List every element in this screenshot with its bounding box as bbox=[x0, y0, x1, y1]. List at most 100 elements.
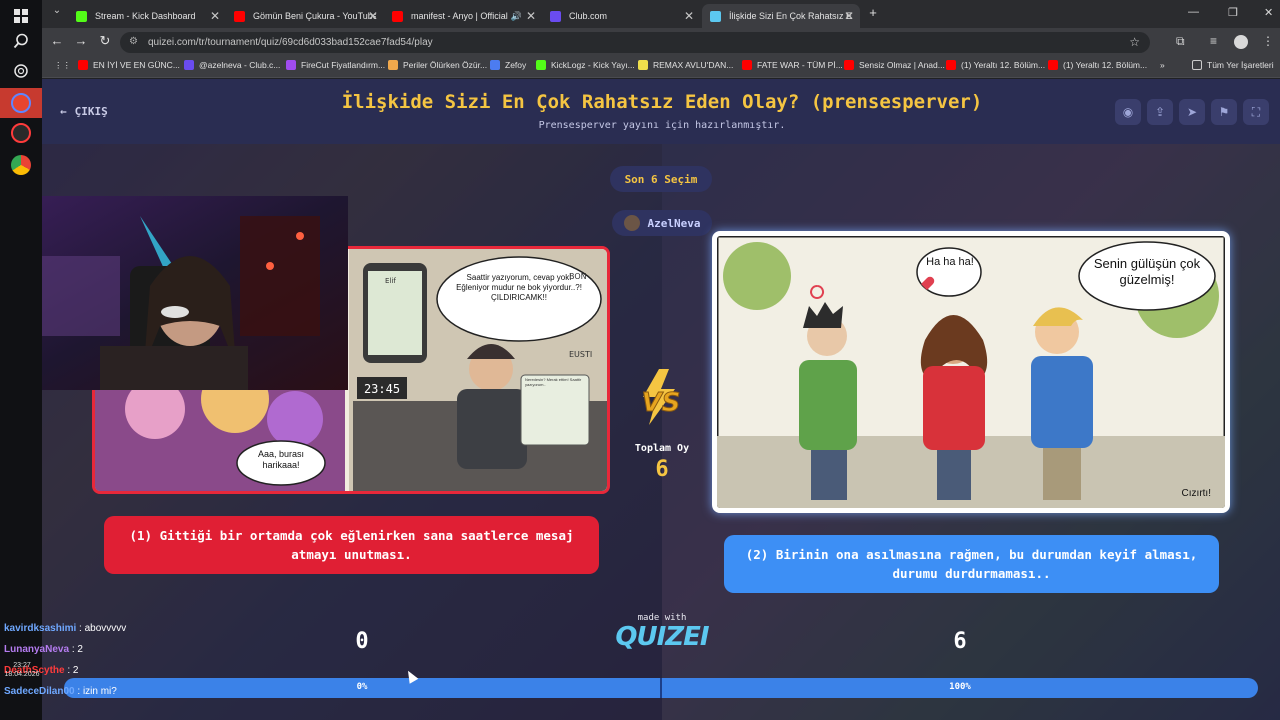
close-icon[interactable]: ✕ bbox=[684, 9, 694, 23]
webcam-overlay bbox=[0, 196, 348, 390]
tab-title: Gömün Beni Çukura - YouTube bbox=[253, 11, 376, 21]
bookmark-item[interactable]: KickLogz - Kick Yayı... bbox=[536, 60, 635, 70]
tab-kick-dashboard[interactable]: Stream - Kick Dashboard ✕ bbox=[68, 4, 226, 28]
bookmarks-bar: ⋮⋮ EN İYİ VE EN GÜNC... @azelneva - Club… bbox=[42, 56, 1280, 78]
bookmark-star-icon[interactable]: ☆ bbox=[1129, 35, 1140, 49]
stream-chat: kavirdksashimi : abovvvvv LunanyaNeva : … bbox=[4, 618, 204, 702]
progress-divider bbox=[660, 678, 662, 698]
fullscreen-icon[interactable]: ⛶ bbox=[1243, 99, 1269, 125]
bookmark-label: Periler Ölürken Özür... bbox=[403, 60, 488, 70]
forward-icon[interactable]: → bbox=[72, 33, 90, 48]
system-clock[interactable]: 23:27 18.04.2026 bbox=[2, 661, 42, 679]
youtube-icon bbox=[844, 60, 854, 70]
bookmark-item[interactable]: @azelneva - Club.c... bbox=[184, 60, 280, 70]
tab-title: İlişkide Sizi En Çok Rahatsız Ede bbox=[729, 11, 852, 21]
option-1-text: (1) Gittiği bir ortamda çok eğlenirken s… bbox=[129, 528, 574, 562]
chat-username: LunanyaNeva bbox=[4, 644, 70, 655]
comic-caption: Cızırtı! bbox=[1182, 488, 1211, 499]
bookmark-item[interactable]: FireCut Fiyatlandırm... bbox=[286, 60, 385, 70]
tab-youtube-music[interactable]: manifest - Anyo | Official M 🔊 ✕ bbox=[384, 4, 542, 28]
screen: ⌄ Stream - Kick Dashboard ✕ Gömün Beni Ç… bbox=[0, 0, 1280, 720]
chat-message: kavirdksashimi : abovvvvv bbox=[4, 618, 204, 639]
search-icon[interactable] bbox=[6, 28, 36, 54]
media-icon[interactable]: ≡ bbox=[1210, 34, 1217, 48]
browser-toolbar: ← → ↻ ⚙ quizei.com/tr/tournament/quiz/69… bbox=[42, 28, 1280, 56]
tab-search-icon[interactable]: ⌄ bbox=[48, 5, 66, 16]
quizei-icon bbox=[710, 10, 721, 22]
bookmark-item[interactable]: Zefoy bbox=[490, 60, 526, 70]
vs-icon: VS bbox=[629, 367, 693, 427]
clock-text: 23:45 bbox=[364, 382, 400, 396]
site-info-icon[interactable]: ⚙ bbox=[129, 36, 138, 47]
apps-icon[interactable]: ⋮⋮ bbox=[54, 60, 71, 71]
send-icon[interactable]: ➤ bbox=[1179, 99, 1205, 125]
bookmark-label: FireCut Fiyatlandırm... bbox=[301, 60, 386, 70]
bookmark-item[interactable]: Periler Ölürken Özür... bbox=[388, 60, 487, 70]
thumb-icon bbox=[490, 60, 500, 70]
bookmark-item[interactable]: (1) Yeraltı 12. Bölüm... bbox=[946, 60, 1045, 70]
bookmark-item[interactable]: EN İYİ VE EN GÜNC... bbox=[78, 60, 180, 70]
back-icon[interactable]: ← bbox=[48, 33, 66, 48]
bookmark-item[interactable]: FATE WAR - TÜM Pİ... bbox=[742, 60, 843, 70]
more-bookmarks-icon[interactable]: » bbox=[1160, 60, 1165, 70]
bookmark-item[interactable]: (1) Yeraltı 12. Bölüm... bbox=[1048, 60, 1147, 70]
exit-button[interactable]: ← ÇIKIŞ bbox=[60, 105, 108, 118]
phone-message-text: Neredesin? Merak ettim! Saattir yazıyoru… bbox=[525, 377, 582, 387]
tab-youtube[interactable]: Gömün Beni Çukura - YouTube ✕ bbox=[226, 4, 384, 28]
bookmark-item[interactable]: REMAX AVLU'DAN... bbox=[638, 60, 733, 70]
youtube-icon bbox=[234, 10, 245, 22]
audio-playing-icon[interactable]: 🔊 bbox=[511, 11, 522, 22]
extensions-icon[interactable]: ⧉ bbox=[1176, 34, 1185, 49]
comic-bubble-text: Ha ha ha! bbox=[926, 256, 974, 268]
club-icon bbox=[184, 60, 194, 70]
total-votes-value: 6 bbox=[655, 457, 669, 482]
new-tab-icon[interactable]: + bbox=[864, 5, 882, 20]
option-2-button[interactable]: (2) Birinin ona asılmasına rağmen, bu du… bbox=[724, 535, 1219, 593]
comic-bubble-text: Saattir yazıyorum, cevap yok! Eğleniyor … bbox=[456, 273, 582, 302]
record-app-icon[interactable] bbox=[11, 123, 31, 143]
bookmark-label: (1) Yeraltı 12. Bölüm... bbox=[961, 60, 1046, 70]
chatgpt-icon[interactable] bbox=[6, 58, 36, 84]
page-subtitle: Prensesperver yayını için hazırlanmıştır… bbox=[538, 120, 786, 131]
sign-text: BON bbox=[569, 272, 587, 281]
reload-icon[interactable]: ↻ bbox=[96, 33, 114, 49]
close-icon[interactable]: ✕ bbox=[368, 9, 378, 23]
option-1-button[interactable]: (1) Gittiği bir ortamda çok eğlenirken s… bbox=[104, 516, 599, 574]
chrome-app-icon[interactable] bbox=[11, 155, 31, 175]
user-badge: AzelNeva bbox=[612, 210, 712, 236]
flag-icon[interactable]: ⚑ bbox=[1211, 99, 1237, 125]
quizei-logo[interactable]: QUIZEI bbox=[604, 622, 720, 652]
close-icon[interactable]: ✕ bbox=[526, 9, 536, 23]
option-1-vote-count: 0 bbox=[355, 629, 369, 654]
exit-label: ÇIKIŞ bbox=[74, 105, 108, 118]
close-icon[interactable]: ✕ bbox=[210, 9, 220, 23]
club-icon bbox=[550, 10, 561, 22]
menu-icon[interactable]: ⋮ bbox=[1262, 34, 1274, 48]
eye-icon[interactable]: ◉ bbox=[1115, 99, 1141, 125]
youtube-icon bbox=[392, 10, 403, 22]
share-icon[interactable]: ⇪ bbox=[1147, 99, 1173, 125]
restore-icon[interactable]: ❐ bbox=[1228, 6, 1238, 19]
comic-bubble-text: Senin gülüşün çok güzelmiş! bbox=[1093, 256, 1201, 287]
tab-club[interactable]: Club.com ✕ bbox=[542, 4, 700, 28]
profile-avatar[interactable] bbox=[1234, 35, 1248, 49]
option-2-vote-count: 6 bbox=[953, 629, 967, 654]
close-window-icon[interactable]: ✕ bbox=[1264, 6, 1273, 19]
chat-text: : abovvvvv bbox=[79, 623, 127, 634]
close-icon[interactable]: ✕ bbox=[844, 9, 854, 23]
youtube-icon bbox=[946, 60, 956, 70]
all-bookmarks[interactable]: Tüm Yer İşaretleri bbox=[1192, 60, 1274, 70]
bookmark-label: REMAX AVLU'DAN... bbox=[653, 60, 734, 70]
option-2-percent: 100% bbox=[949, 682, 971, 692]
windows-start-icon[interactable] bbox=[6, 3, 36, 29]
bookmark-item[interactable]: Sensiz Olmaz | Anad... bbox=[844, 60, 945, 70]
minimize-icon[interactable]: — bbox=[1188, 6, 1199, 18]
kick-icon bbox=[76, 10, 87, 22]
tab-quizei[interactable]: İlişkide Sizi En Çok Rahatsız Ede ✕ bbox=[702, 4, 860, 28]
option-2-image[interactable]: Ha ha ha! Senin gülüşün çok güzelmiş! Cı… bbox=[712, 231, 1230, 513]
obs-app-icon[interactable] bbox=[11, 93, 31, 113]
sign-text: EUSTI bbox=[569, 350, 592, 359]
youtube-icon bbox=[1048, 60, 1058, 70]
address-bar[interactable]: ⚙ quizei.com/tr/tournament/quiz/69cd6d03… bbox=[120, 32, 1150, 53]
chat-text: : 2 bbox=[67, 665, 79, 676]
